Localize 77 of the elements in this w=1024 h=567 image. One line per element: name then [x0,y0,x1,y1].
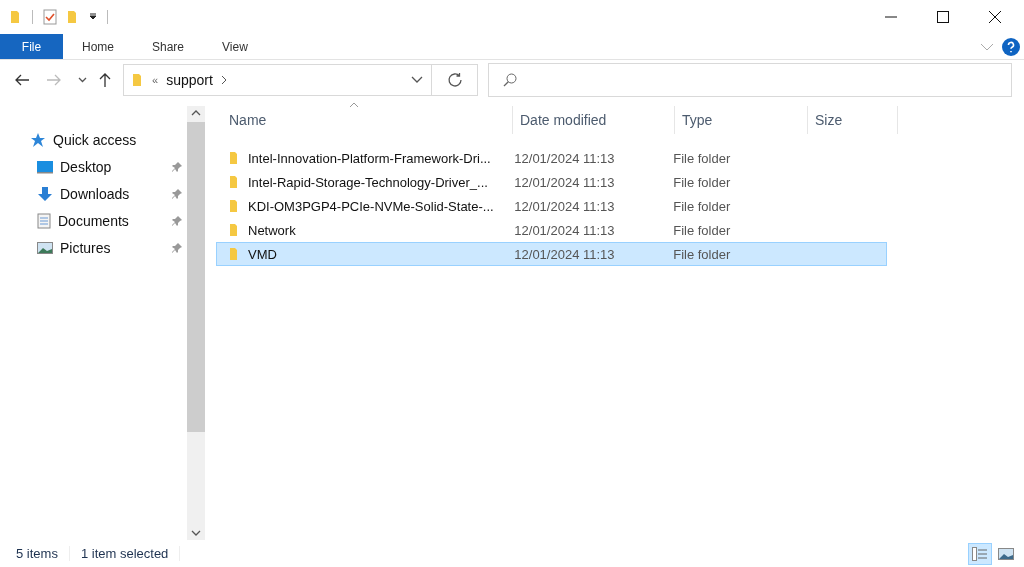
scroll-down-icon[interactable] [191,530,201,536]
ribbon-tab[interactable]: Home [63,34,133,59]
sidebar-item[interactable]: Desktop [0,153,187,180]
pin-icon[interactable] [171,160,183,173]
sidebar-item[interactable]: Pictures [0,234,187,261]
date-cell-text: 12/01/2024 11:13 [513,246,616,262]
column-header[interactable]: Name [222,106,513,134]
file-row[interactable]: Network 12/01/2024 11:13 File folder [216,218,887,242]
type-cell-text: File folder [672,174,732,190]
type-cell-text: File folder [672,246,732,262]
type-cell-text: File folder [672,198,732,214]
monitor-icon [37,159,53,174]
overflow-chevron[interactable]: « [152,74,159,86]
refresh-icon[interactable] [446,72,463,88]
scroll-up-icon[interactable] [191,110,201,116]
sidebar-label: Downloads [60,185,130,202]
ribbon-tab[interactable]: View [203,34,267,59]
file-row[interactable]: VMD 12/01/2024 11:13 File folder [216,242,887,266]
sidebar-item[interactable]: Documents [0,207,187,234]
item-count: 5 items [16,546,70,561]
caret-icon[interactable] [89,13,97,21]
chevron-down-icon[interactable] [411,76,423,84]
back-arrow-icon[interactable] [14,74,30,86]
date-cell-text: 12/01/2024 11:13 [513,222,616,238]
chevron-down-icon[interactable] [78,77,87,83]
column-header[interactable]: Size [808,106,898,134]
pin-icon[interactable] [171,241,183,254]
type-cell-text: File folder [672,150,732,166]
breadcrumb[interactable]: support [166,72,213,88]
sidebar-label: Quick access [53,131,137,148]
file-row[interactable]: Intel-Rapid-Storage-Technology-Driver_... 12/01/2024 11:13 File folder [216,170,887,194]
folder-icon [229,223,239,237]
refresh-button[interactable] [432,64,478,96]
picture-icon [37,240,53,255]
address-bar[interactable]: « support [123,64,432,96]
selection-count: 1 item selected [80,546,181,561]
help-icon[interactable] [1002,37,1020,56]
file-row[interactable]: Intel-Innovation-Platform-Framework-Dri... 12/01/2024 11:13 File folder [216,146,887,170]
file-name: Intel-Innovation-Platform-Framework-Dri... [248,150,491,166]
file-name: Intel-Rapid-Storage-Technology-Driver_... [248,174,488,190]
file-name: VMD [248,246,277,262]
chevron-right-icon[interactable] [220,75,227,85]
sidebar-label: Documents [58,212,129,229]
search-icon [503,73,517,87]
file-row[interactable]: KDI-OM3PGP4-PCIe-NVMe-Solid-State-... 12/01/2024 11:13 File folder [216,194,887,218]
pin-icon[interactable] [171,214,183,227]
sidebar-item[interactable]: Downloads [0,180,187,207]
sort-caret-icon [349,102,359,108]
folder-icon [229,175,239,189]
download-arrow-icon [37,185,53,202]
column-header[interactable]: Type [675,106,808,134]
column-header[interactable]: Date modified [513,106,675,134]
scrollbar[interactable] [187,106,205,540]
file-name: KDI-OM3PGP4-PCIe-NVMe-Solid-State-... [248,198,494,214]
search-field[interactable] [488,63,1012,97]
properties-icon[interactable] [43,9,57,25]
close-icon[interactable] [988,10,1002,24]
pin-icon[interactable] [171,187,183,200]
document-icon [37,212,51,229]
date-cell-text: 12/01/2024 11:13 [513,150,616,166]
up-arrow-icon[interactable] [99,72,111,88]
date-cell-text: 12/01/2024 11:13 [513,198,616,214]
folder-icon [229,199,239,213]
file-name: Network [248,222,296,238]
date-cell-text: 12/01/2024 11:13 [513,174,616,190]
type-cell-text: File folder [672,222,732,238]
scrollbar-thumb[interactable] [187,122,205,432]
folder-icon [229,247,239,261]
sidebar-label: Desktop [60,158,112,175]
picture-icon[interactable] [998,547,1014,560]
sidebar-label: Pictures [60,239,111,256]
folder-icon [229,151,239,165]
folder-icon [132,73,144,87]
ribbon-tab[interactable]: Share [133,34,204,59]
sidebar-item[interactable]: Quick access [0,126,187,153]
maximize-icon[interactable] [936,10,950,24]
star-icon [30,131,46,148]
